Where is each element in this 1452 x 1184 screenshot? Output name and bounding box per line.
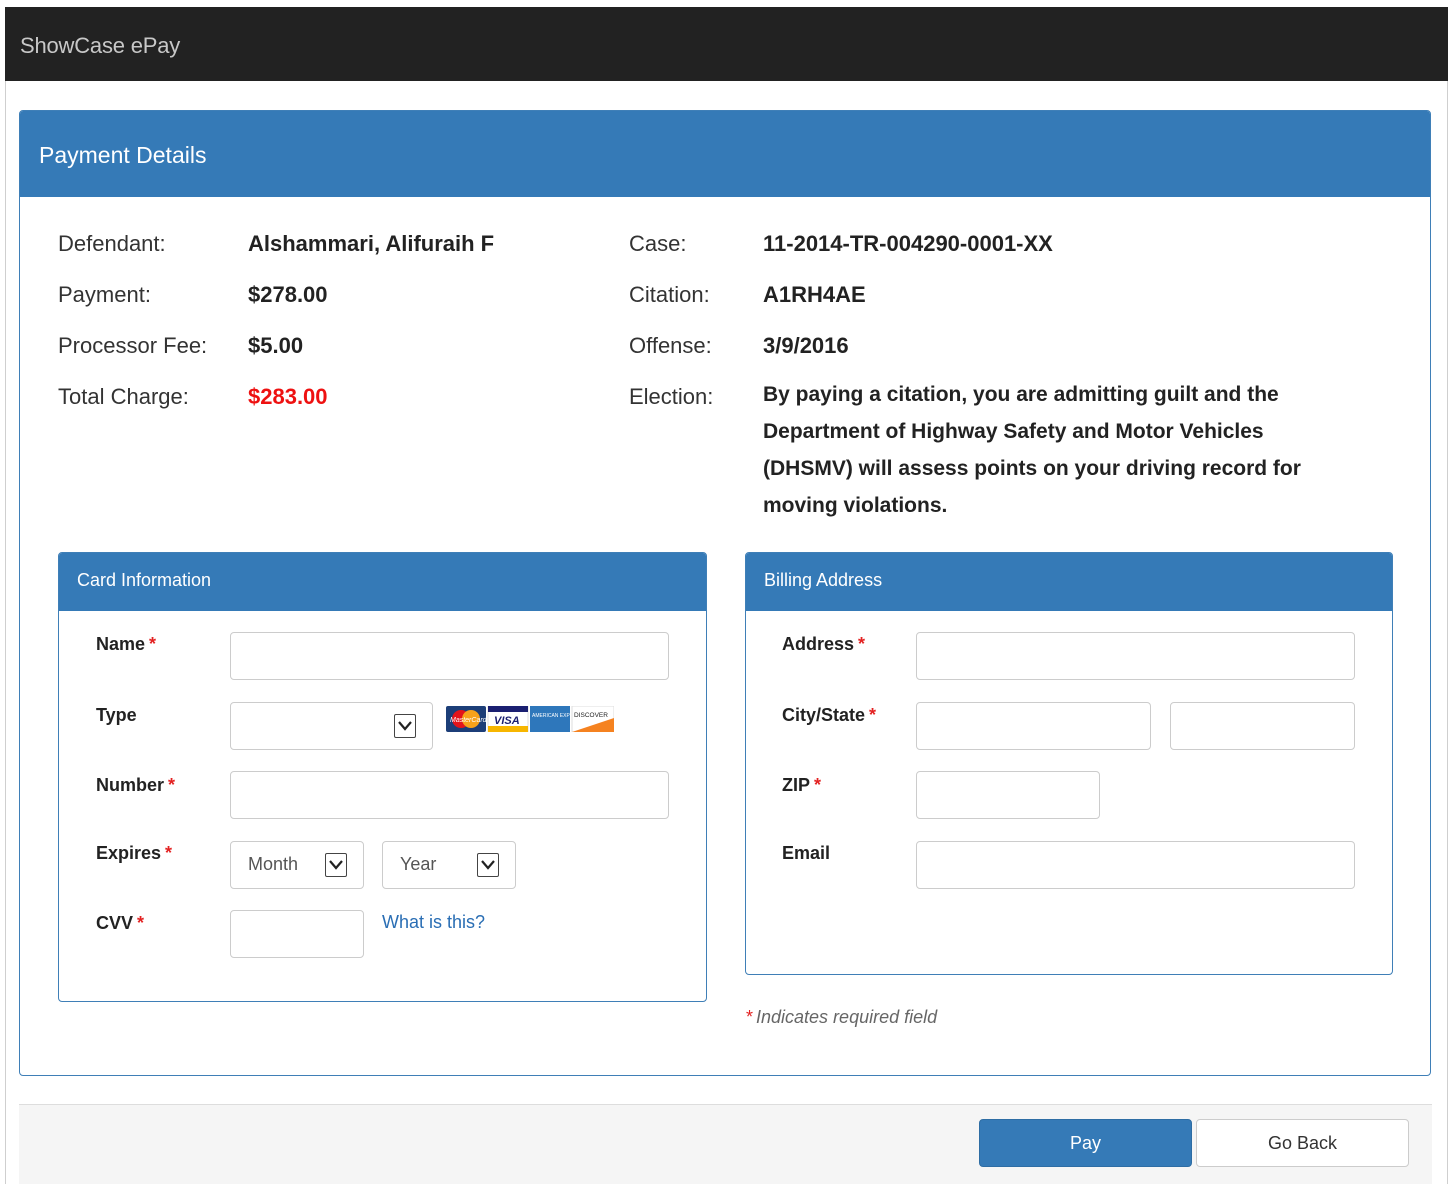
discover-icon: DISCOVER	[574, 712, 608, 719]
zip-field-label: ZIP *	[782, 775, 821, 796]
card-number-input[interactable]	[230, 771, 669, 819]
panel-title: Payment Details	[39, 142, 207, 168]
email-input[interactable]	[916, 841, 1355, 889]
expires-field-label: Expires *	[96, 843, 172, 864]
visa-icon: VISA	[494, 715, 520, 727]
cvv-field-label: CVV *	[96, 913, 144, 934]
offense-value: 3/9/2016	[763, 333, 849, 358]
citation-label: Citation:	[629, 282, 710, 307]
chevron-down-icon[interactable]	[394, 714, 416, 738]
defendant-label: Defendant:	[58, 231, 166, 256]
svg-text:MasterCard: MasterCard	[450, 717, 488, 724]
top-navbar: ShowCase ePay	[5, 7, 1448, 81]
go-back-button[interactable]: Go Back	[1196, 1119, 1409, 1167]
name-label-text: Name	[96, 634, 146, 654]
city-state-field-label: City/State *	[782, 705, 876, 726]
address-label-text: Address	[782, 634, 855, 654]
cvv-label-text: CVV	[96, 913, 134, 933]
zip-label-text: ZIP	[782, 775, 811, 795]
required-asterisk: *	[168, 775, 176, 795]
required-note-text: Indicates required field	[756, 1007, 938, 1027]
type-field-label: Type	[96, 705, 137, 725]
total-charge-label: Total Charge:	[58, 384, 189, 409]
election-label: Election:	[629, 384, 714, 409]
expiry-year-value: Year	[400, 854, 437, 874]
card-type-select[interactable]	[230, 702, 433, 750]
defendant-value: Alshammari, Alifuraih F	[248, 231, 495, 256]
expiry-year-select[interactable]: Year	[382, 841, 516, 889]
required-asterisk: *	[869, 705, 877, 725]
name-field-label: Name *	[96, 634, 156, 655]
expiry-month-select[interactable]: Month	[230, 841, 364, 889]
required-asterisk: *	[137, 913, 145, 933]
required-asterisk: *	[165, 843, 173, 863]
number-label-text: Number	[96, 775, 165, 795]
payment-label: Payment:	[58, 282, 151, 307]
required-asterisk: *	[814, 775, 822, 795]
expiry-month-value: Month	[248, 854, 299, 874]
required-field-note: * Indicates required field	[746, 1007, 937, 1028]
billing-address-panel: Billing Address	[745, 552, 1393, 975]
state-input[interactable]	[1170, 702, 1355, 750]
election-text: By paying a citation, you are admitting …	[763, 383, 1301, 517]
panel-heading: Payment Details	[20, 111, 1430, 197]
case-label: Case:	[629, 231, 687, 256]
address-field-label: Address *	[782, 634, 865, 655]
cvv-help-link[interactable]: What is this?	[382, 912, 485, 933]
app-brand[interactable]: ShowCase ePay	[20, 33, 180, 59]
city-state-label-text: City/State	[782, 705, 866, 725]
card-logos-icon: MasterCard VISA AMERICAN EXPRESS DISCOVE…	[446, 706, 614, 732]
cvv-input[interactable]	[230, 910, 364, 958]
email-field-label: Email	[782, 843, 831, 863]
billing-address-heading: Billing Address	[746, 553, 1392, 611]
processor-fee-label: Processor Fee:	[58, 333, 208, 358]
case-value: 11-2014-TR-004290-0001-XX	[763, 231, 1053, 256]
citation-value: A1RH4AE	[763, 282, 866, 307]
required-asterisk: *	[149, 634, 157, 654]
zip-input[interactable]	[916, 771, 1100, 819]
offense-label: Offense:	[629, 333, 712, 358]
required-asterisk: *	[858, 634, 866, 654]
card-information-heading: Card Information	[59, 553, 706, 611]
billing-address-title: Billing Address	[764, 570, 883, 590]
expires-label-text: Expires	[96, 843, 162, 863]
total-charge-value: $283.00	[248, 384, 328, 409]
address-input[interactable]	[916, 632, 1355, 680]
number-field-label: Number *	[96, 775, 175, 796]
payment-value: $278.00	[248, 282, 328, 307]
pay-button[interactable]: Pay	[979, 1119, 1192, 1167]
required-asterisk: *	[746, 1007, 754, 1027]
processor-fee-value: $5.00	[248, 333, 304, 358]
chevron-down-icon[interactable]	[477, 853, 499, 877]
card-information-title: Card Information	[77, 570, 212, 590]
name-input[interactable]	[230, 632, 669, 680]
chevron-down-icon[interactable]	[325, 853, 347, 877]
city-input[interactable]	[916, 702, 1151, 750]
